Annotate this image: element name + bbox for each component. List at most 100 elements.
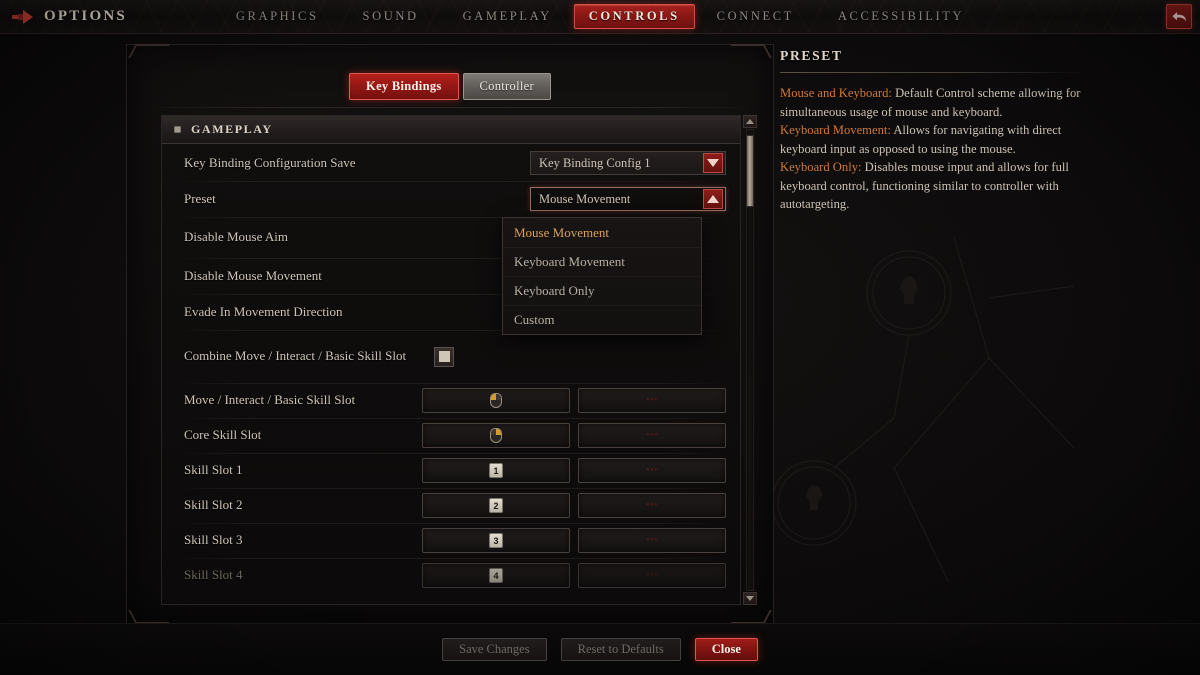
binding-empty-mark: ••• [645,535,658,546]
row-skill-slot-2: Skill Slot 2 2 ••• [162,488,740,523]
row-label: Core Skill Slot [184,427,262,443]
save-changes-button[interactable]: Save Changes [442,638,547,661]
binding-empty-mark: ••• [645,395,658,406]
section-header-gameplay[interactable]: GAMEPLAY [162,116,740,144]
row-skill-slot-3: Skill Slot 3 3 ••• [162,523,740,558]
row-label: Skill Slot 3 [184,532,243,548]
binding-slots: 2 ••• [422,493,726,518]
binding-secondary[interactable]: ••• [578,528,726,553]
section-title: GAMEPLAY [191,122,273,136]
dropdown-value: Key Binding Config 1 [539,155,651,170]
background-decoration [774,238,1075,584]
preset-option-keyboard-only[interactable]: Keyboard Only [503,276,701,305]
row-skill-slot-1: Skill Slot 1 1 ••• [162,453,740,488]
binding-secondary[interactable]: ••• [578,458,726,483]
info-term-3: Keyboard Only: [780,160,862,174]
row-label: Move / Interact / Basic Skill Slot [184,392,356,408]
row-label: Skill Slot 1 [184,462,243,478]
binding-primary[interactable]: 2 [422,493,570,518]
binding-primary[interactable] [422,423,570,448]
keycap-icon: 4 [489,568,503,583]
nav-item-accessibility[interactable]: ACCESSIBILITY [816,4,986,29]
binding-empty-mark: ••• [645,500,658,511]
binding-secondary[interactable]: ••• [578,423,726,448]
nav-item-controls[interactable]: CONTROLS [573,4,695,29]
back-button[interactable] [1166,4,1192,29]
preset-option-mouse-movement[interactable]: Mouse Movement [503,218,701,247]
info-panel: PRESET Mouse and Keyboard: Default Contr… [774,48,1088,618]
info-divider [780,72,1088,73]
nav-item-connect[interactable]: CONNECT [695,4,816,29]
combine-move-checkbox[interactable] [434,346,454,367]
chevron-down-icon[interactable] [703,153,723,173]
binding-slots: 3 ••• [422,528,726,553]
tab-controller[interactable]: Controller [462,73,551,100]
row-preset: Preset Mouse Movement [162,181,740,217]
options-screen: OPTIONS GRAPHICS SOUND GAMEPLAY CONTROLS… [0,0,1200,675]
row-combine-move-interact-basic-skill-slot: Combine Move / Interact / Basic Skill Sl… [162,330,740,383]
row-label: Preset [184,190,216,206]
keycap-icon: 3 [489,533,503,548]
tab-bar: Key Bindings Controller [127,73,773,100]
tab-key-bindings[interactable]: Key Bindings [349,73,459,100]
settings-panel: GAMEPLAY Key Binding Configuration Save … [161,115,741,605]
nav-item-sound[interactable]: SOUND [341,4,441,29]
row-label: Combine Move / Interact / Basic Skill Sl… [184,348,407,364]
preset-option-custom[interactable]: Custom [503,305,701,334]
binding-primary[interactable] [422,388,570,413]
scroll-up-icon[interactable] [743,115,757,128]
tab-divider [145,107,755,108]
close-button[interactable]: Close [694,638,758,661]
binding-empty-mark: ••• [645,465,658,476]
binding-slots: ••• [422,423,726,448]
row-label: Key Binding Configuration Save [184,154,356,170]
back-arrow-icon [1172,11,1186,21]
binding-slots: ••• [422,388,726,413]
row-key-binding-config-save: Key Binding Configuration Save Key Bindi… [162,145,740,181]
nav-item-gameplay[interactable]: GAMEPLAY [441,4,574,29]
binding-primary[interactable]: 3 [422,528,570,553]
binding-secondary[interactable]: ••• [578,388,726,413]
keycap-icon: 2 [489,498,503,513]
binding-primary[interactable]: 4 [422,563,570,588]
bottom-bar: Save Changes Reset to Defaults Close [0,623,1200,675]
chevron-up-icon[interactable] [703,189,723,209]
page-title: OPTIONS [44,8,127,24]
main-nav: GRAPHICS SOUND GAMEPLAY CONTROLS CONNECT… [214,4,986,29]
top-bar: OPTIONS GRAPHICS SOUND GAMEPLAY CONTROLS… [0,0,1200,34]
binding-slots: 1 ••• [422,458,726,483]
row-label: Skill Slot 2 [184,497,243,513]
nav-item-graphics[interactable]: GRAPHICS [214,4,341,29]
settings-rows: Key Binding Configuration Save Key Bindi… [162,145,740,604]
mouse-right-icon [490,428,502,443]
scrollbar-thumb[interactable] [746,135,754,207]
settings-scrollbar[interactable] [743,115,757,605]
info-body: Mouse and Keyboard: Default Control sche… [780,84,1088,214]
binding-secondary[interactable]: ••• [578,563,726,588]
binding-secondary[interactable]: ••• [578,493,726,518]
preset-dropdown-list: Mouse Movement Keyboard Movement Keyboar… [502,217,702,335]
row-skill-slot-4: Skill Slot 4 4 ••• [162,558,740,593]
info-term-1: Mouse and Keyboard: [780,86,892,100]
mouse-left-icon [490,393,502,408]
row-move-interact-basic-skill-slot: Move / Interact / Basic Skill Slot ••• [162,383,740,418]
binding-slots: 4 ••• [422,563,726,588]
preset-option-keyboard-movement[interactable]: Keyboard Movement [503,247,701,276]
dropdown-value: Mouse Movement [539,191,631,206]
binding-empty-mark: ••• [645,570,658,581]
info-term-2: Keyboard Movement: [780,123,891,137]
scroll-down-icon[interactable] [743,592,757,605]
row-core-skill-slot: Core Skill Slot ••• [162,418,740,453]
row-label: Skill Slot 4 [184,567,243,583]
keycap-icon: 1 [489,463,503,478]
frame-corner-tr [730,44,772,58]
frame-corner-bl [128,610,170,624]
frame-corner-tl [128,44,170,58]
diamond-icon [171,123,184,136]
key-binding-config-dropdown[interactable]: Key Binding Config 1 [530,151,726,175]
preset-dropdown[interactable]: Mouse Movement [530,187,726,211]
reset-to-defaults-button[interactable]: Reset to Defaults [560,638,681,661]
frame-corner-br [730,610,772,624]
arrow-right-icon [12,9,34,25]
binding-primary[interactable]: 1 [422,458,570,483]
